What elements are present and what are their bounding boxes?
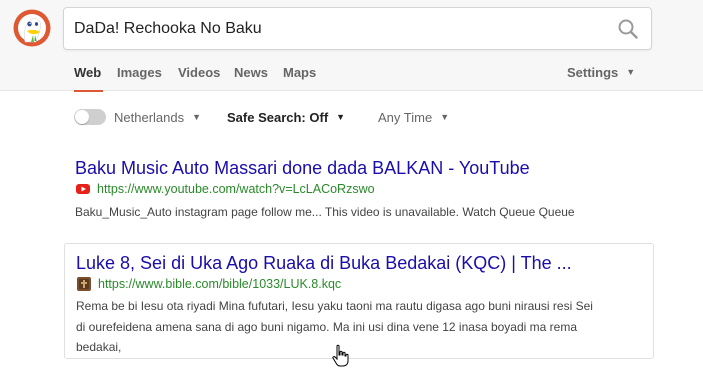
duckduckgo-logo[interactable] [13, 9, 51, 47]
result-url[interactable]: https://www.youtube.com/watch?v=LcLACoRz… [97, 182, 375, 196]
header-bar: Web Images Videos News Maps Settings ▼ [0, 0, 703, 92]
chevron-down-icon: ▼ [336, 112, 346, 122]
result-title-link[interactable]: Luke 8, Sei di Uka Ago Ruaka di Buka Bed… [76, 253, 572, 274]
region-dropdown[interactable]: Netherlands ▼ [114, 110, 201, 125]
chevron-down-icon: ▼ [192, 112, 202, 122]
time-label: Any Time [378, 110, 433, 125]
safe-search-dropdown[interactable]: Safe Search: Off ▼ [227, 110, 345, 125]
tab-maps[interactable]: Maps [283, 65, 316, 80]
tab-videos[interactable]: Videos [178, 65, 220, 80]
youtube-icon [76, 184, 90, 194]
region-label: Netherlands [114, 110, 185, 125]
settings-label: Settings [567, 65, 619, 80]
hand-cursor-icon [332, 344, 349, 367]
region-toggle[interactable] [74, 109, 106, 125]
snippet-line: Baku_Music_Auto instagram page follow me… [75, 205, 575, 219]
search-box[interactable] [63, 7, 652, 50]
settings-dropdown[interactable]: Settings ▼ [567, 65, 635, 80]
tab-web[interactable]: Web [74, 65, 101, 80]
time-dropdown[interactable]: Any Time ▼ [378, 110, 449, 125]
safe-search-label: Safe Search: Off [227, 110, 329, 125]
tab-news[interactable]: News [234, 65, 268, 80]
chevron-down-icon: ▼ [626, 67, 636, 77]
search-result[interactable]: Luke 8, Sei di Uka Ago Ruaka di Buka Bed… [64, 243, 654, 359]
result-title-link[interactable]: Baku Music Auto Massari done dada BALKAN… [75, 158, 530, 179]
search-input[interactable] [74, 8, 604, 49]
filter-bar: Netherlands ▼ Safe Search: Off ▼ Any Time ▼ [0, 108, 703, 130]
tab-images[interactable]: Images [117, 65, 162, 80]
snippet-line: di ourefeidena amena sana di ago buni ni… [76, 319, 577, 334]
snippet-line: Rema be bi Iesu ota riyadi Mina fufutari… [76, 299, 593, 313]
result-url[interactable]: https://www.bible.com/bible/1033/LUK.8.k… [98, 277, 341, 291]
chevron-down-icon: ▼ [440, 112, 450, 122]
toggle-knob [75, 110, 89, 124]
search-icon[interactable] [617, 18, 639, 40]
search-result[interactable]: Baku Music Auto Massari done dada BALKAN… [64, 150, 654, 230]
bible-icon [77, 277, 91, 291]
result-snippet: Baku_Music_Auto instagram page follow me… [75, 202, 575, 223]
active-tab-indicator [74, 90, 103, 92]
